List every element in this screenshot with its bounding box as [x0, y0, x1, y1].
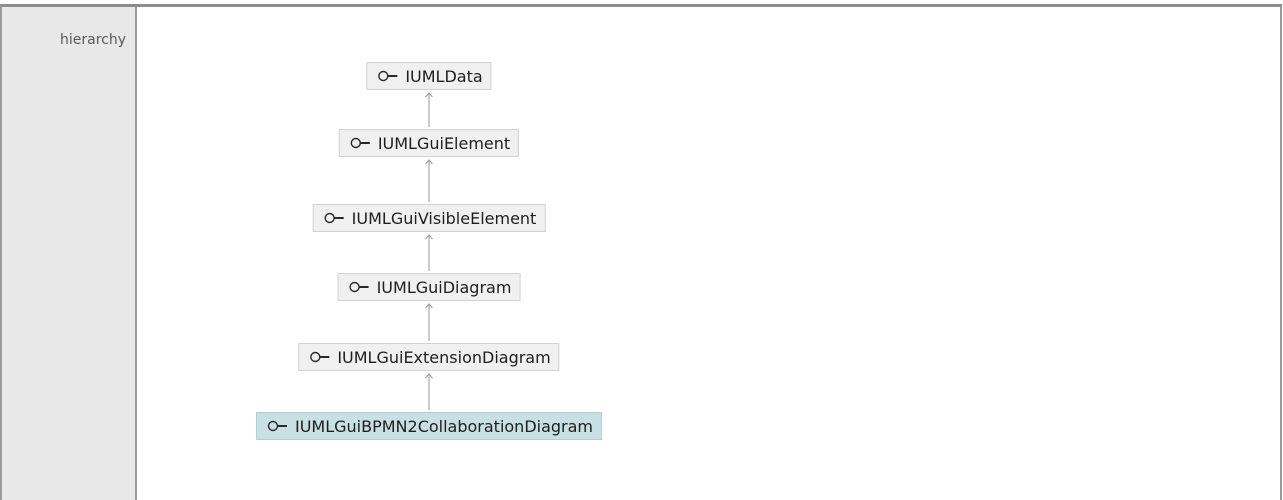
interface-lollipop-icon [349, 281, 371, 293]
hierarchy-node-iumlguivisibleelement[interactable]: IUMLGuiVisibleElement [312, 204, 546, 232]
hierarchy-label: hierarchy [59, 32, 126, 48]
inheritance-arrow-icon [425, 373, 433, 410]
inheritance-arrow-icon [425, 159, 433, 202]
hierarchy-node-label: IUMLGuiVisibleElement [351, 208, 537, 228]
hierarchy-node-iumlguiextensiondiagram[interactable]: IUMLGuiExtensionDiagram [298, 343, 560, 371]
inheritance-arrow-icon [425, 234, 433, 271]
interface-lollipop-icon [324, 212, 346, 224]
hierarchy-node-iumldata[interactable]: IUMLData [366, 62, 492, 90]
inheritance-arrow-icon [425, 303, 433, 341]
hierarchy-node-iumlguielement[interactable]: IUMLGuiElement [338, 129, 520, 157]
hierarchy-node-label: IUMLGuiBPMN2CollaborationDiagram [294, 416, 594, 436]
interface-lollipop-icon [350, 137, 372, 149]
hierarchy-node-label: IUMLGuiElement [377, 133, 511, 153]
hierarchy-table: hierarchy IUMLData IUMLGuiElement IUMLGuiV… [0, 4, 1282, 500]
hierarchy-node-label: IUMLGuiDiagram [376, 277, 512, 297]
hierarchy-node-label: IUMLData [405, 66, 483, 86]
hierarchy-diagram: IUMLData IUMLGuiElement IUMLGuiVisibleElem… [139, 7, 1280, 500]
hierarchy-node-iumlguidiagram[interactable]: IUMLGuiDiagram [337, 273, 521, 301]
inheritance-arrow-icon [425, 92, 433, 127]
hierarchy-node-iumlguibpmn2collaborationdiagram: IUMLGuiBPMN2CollaborationDiagram [255, 412, 603, 440]
interface-lollipop-icon [377, 70, 399, 82]
interface-lollipop-icon [309, 351, 331, 363]
hierarchy-label-cell: hierarchy [2, 7, 137, 500]
interface-lollipop-icon [267, 420, 289, 432]
hierarchy-node-label: IUMLGuiExtensionDiagram [337, 347, 551, 367]
